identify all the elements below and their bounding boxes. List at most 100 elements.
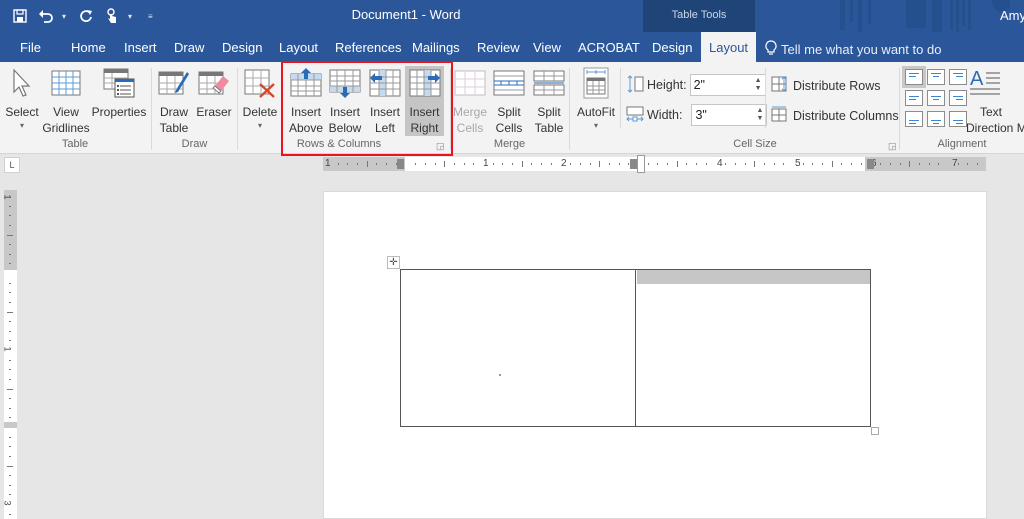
table-resize-handle[interactable] [871,427,879,435]
tab-design[interactable]: Design [222,40,262,55]
distribute-columns-button[interactable]: Distribute Columns [771,106,899,125]
properties-button[interactable]: Properties [91,66,147,120]
ruler-tick [9,321,11,323]
ruler-tick [696,163,698,165]
ruler-tick [444,161,446,167]
ruler-tick [9,359,11,361]
tab-references[interactable]: References [335,40,401,55]
delete-dropdown-icon: ▾ [257,121,262,130]
height-spinner[interactable]: ▲ ▼ [755,77,762,93]
tab-table-design[interactable]: Design [652,40,692,55]
split-table-button[interactable]: Split Table [531,66,567,136]
ruler-tick [337,163,339,165]
tab-draw[interactable]: Draw [174,40,204,55]
distribute-rows-button[interactable]: Distribute Rows [771,76,881,95]
ruler-tick [9,244,11,246]
tab-file[interactable]: File [20,40,41,55]
ruler-tick [9,455,11,457]
select-button[interactable]: Select ▾ [4,66,40,132]
ruler-number: 2 [561,158,567,169]
insert-left-icon [368,66,402,100]
group-separator [450,68,451,150]
rows-columns-launcher-icon[interactable]: ◲ [436,141,445,152]
view-gridlines-button[interactable]: View Gridlines [42,66,90,136]
insert-above-button[interactable]: Insert Above [286,66,326,136]
insert-left-button[interactable]: Insert Left [366,66,404,136]
tab-insert[interactable]: Insert [124,40,157,55]
tab-selector[interactable]: L [4,157,20,173]
ruler-top-margin [4,190,17,270]
vertical-ruler[interactable]: 1 1 3 [2,190,17,519]
align-center-button[interactable] [927,90,945,106]
eraser-icon [197,66,231,100]
text-direction-button[interactable]: A Text Direction M [966,66,1024,136]
width-row: Width: 3" ▲ ▼ [626,104,768,126]
ruler-tick [754,161,756,167]
horizontal-ruler[interactable]: 1 1 2 4 5 6 7 [323,155,986,173]
tell-me-text: Tell me what you want to do [781,42,942,57]
select-dropdown-icon: ▾ [19,121,24,130]
ruler-tick [802,163,804,165]
align-bottom-right-button[interactable] [949,111,967,127]
eraser-button[interactable]: Eraser [195,66,233,120]
autofit-icon [579,66,613,100]
align-bottom-left-button[interactable] [905,111,923,127]
tab-home[interactable]: Home [71,40,106,55]
ruler-tick [9,224,11,226]
ruler-tick [831,161,833,167]
ruler-tick [822,163,824,165]
user-name[interactable]: Amy [1000,8,1024,23]
ruler-row-marker[interactable] [4,422,17,428]
ribbon-tabs: File Home Insert Draw Design Layout Refe… [0,32,1024,62]
column-marker[interactable] [397,159,404,169]
indent-marker[interactable] [637,155,645,173]
ruler-tick [9,436,11,438]
insert-right-button[interactable]: Insert Right [405,66,444,136]
column-marker[interactable] [630,159,637,169]
align-top-left-button[interactable] [902,66,926,88]
ruler-tick [589,163,591,165]
insert-below-button[interactable]: Insert Below [326,66,364,136]
autofit-button[interactable]: AutoFit ▾ [574,66,618,132]
ruler-tick [386,163,388,165]
distribute-rows-icon [771,76,789,95]
width-spinner[interactable]: ▲ ▼ [757,107,764,123]
draw-table-button[interactable]: Draw Table [156,66,192,136]
group-label-rows-columns: Rows & Columns [296,138,382,150]
ruler-tick [531,163,533,165]
split-cells-button[interactable]: Split Cells [492,66,526,136]
merge-cells-button[interactable]: Merge Cells [452,66,488,136]
tab-view[interactable]: View [533,40,561,55]
tab-review[interactable]: Review [477,40,520,55]
tab-table-layout[interactable]: Layout [701,32,757,62]
tab-acrobat[interactable]: ACROBAT [578,40,640,55]
height-input[interactable]: 2" ▲ ▼ [689,74,766,96]
table-move-handle-icon[interactable]: ✛ [387,256,400,269]
draw-table-icon [157,66,191,100]
ruler-tick [9,378,11,380]
table-cell[interactable] [636,270,870,426]
tab-layout[interactable]: Layout [279,40,318,55]
align-top-center-button[interactable] [927,69,945,85]
align-center-right-button[interactable] [949,90,967,106]
ruler-tick [9,282,11,284]
word-window: ▾ ▾ ≡ Document1 - Word Table Tools Amy F… [0,0,1024,519]
tell-me-box[interactable]: Tell me what you want to do [765,40,941,59]
cell-selection-highlight [637,270,870,284]
align-bottom-center-button[interactable] [927,111,945,127]
cell-size-launcher-icon[interactable]: ◲ [888,141,897,152]
ruler-left-margin [323,157,405,171]
table-cell[interactable] [401,270,636,426]
ruler-tick [657,163,659,165]
ruler-number: 1 [2,346,13,352]
column-marker[interactable] [867,159,874,169]
ruler-number: 7 [952,158,958,169]
tab-mailings[interactable]: Mailings [412,40,460,55]
delete-button[interactable]: Delete ▾ [240,66,280,132]
ruler-tick [773,163,775,165]
table-properties-icon [102,66,136,100]
align-center-left-button[interactable] [905,90,923,106]
width-input[interactable]: 3" ▲ ▼ [691,104,768,126]
group-label-alignment: Alignment [937,138,987,150]
align-top-right-button[interactable] [949,69,967,85]
